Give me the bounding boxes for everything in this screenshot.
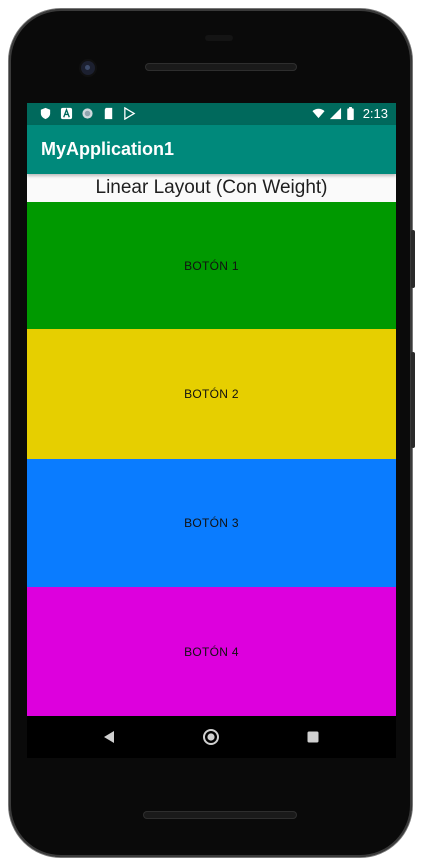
volume-button[interactable]: [411, 230, 415, 288]
play-store-icon: [124, 107, 136, 120]
button-4[interactable]: BOTÓN 4: [27, 587, 396, 716]
back-button[interactable]: [100, 728, 118, 746]
power-button[interactable]: [411, 352, 415, 448]
button-1[interactable]: BOTÓN 1: [27, 202, 396, 329]
back-icon: [104, 731, 114, 743]
front-camera: [81, 61, 95, 75]
shield-icon: [40, 107, 51, 120]
top-sensor: [205, 35, 233, 41]
layout-title: Linear Layout (Con Weight): [27, 174, 396, 202]
circle-icon: [82, 108, 93, 119]
button-2-label: BOTÓN 2: [184, 387, 239, 401]
status-bar: 2:13: [27, 103, 396, 125]
navigation-bar: [27, 716, 396, 758]
recents-button[interactable]: [304, 728, 322, 746]
button-1-label: BOTÓN 1: [184, 258, 239, 273]
bottom-speaker: [143, 811, 297, 819]
a-icon: [60, 107, 73, 120]
recents-icon: [307, 731, 319, 743]
button-2[interactable]: BOTÓN 2: [27, 329, 396, 459]
sd-card-icon: [104, 107, 113, 120]
app-title: MyApplication1: [41, 139, 175, 159]
earpiece-speaker: [145, 63, 297, 71]
app-bar: MyApplication1: [27, 125, 396, 174]
battery-icon: [346, 107, 354, 120]
button-3[interactable]: BOTÓN 3: [27, 459, 396, 587]
device-screen: 2:13 MyApplication1 Linear Layout (Con W…: [27, 103, 396, 716]
status-time: 2:13: [362, 106, 388, 121]
home-button[interactable]: [202, 728, 220, 746]
home-icon: [203, 729, 219, 745]
wifi-icon: [312, 108, 325, 119]
cellular-signal-icon: [329, 107, 341, 120]
button-3-label: BOTÓN 3: [184, 516, 239, 530]
button-4-label: BOTÓN 4: [184, 644, 239, 659]
